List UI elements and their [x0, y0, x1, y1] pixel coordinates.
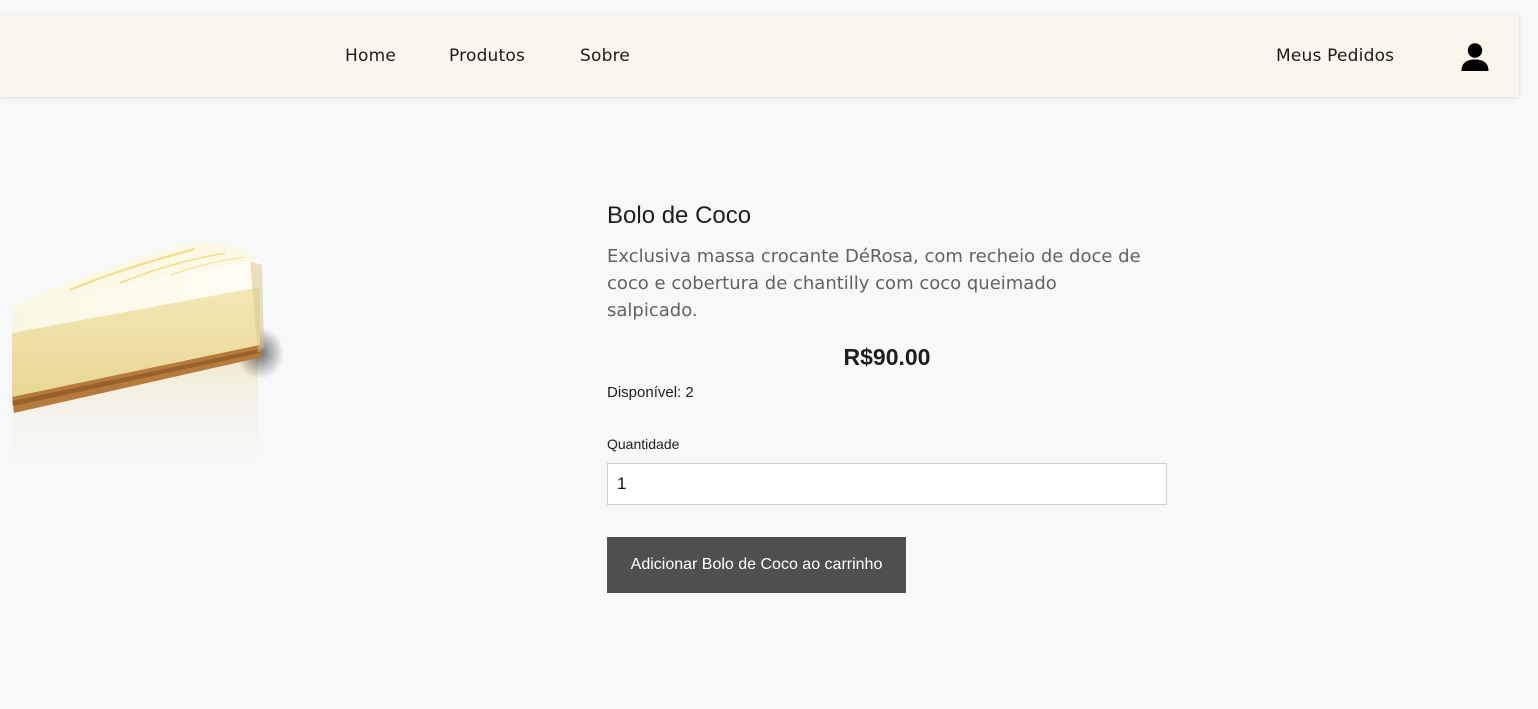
nav-link-my-orders[interactable]: Meus Pedidos — [1276, 45, 1394, 67]
nav-link-about[interactable]: Sobre — [580, 45, 630, 67]
user-icon[interactable] — [1460, 42, 1490, 72]
cake-slice-image — [12, 242, 284, 493]
quantity-input[interactable] — [607, 463, 1167, 505]
quantity-label: Quantidade — [607, 436, 680, 452]
navbar: Home Produtos Sobre Meus Pedidos — [0, 15, 1519, 97]
nav-link-home[interactable]: Home — [345, 45, 396, 67]
product-title: Bolo de Coco — [607, 202, 752, 229]
product-description: Exclusiva massa crocante DéRosa, com rec… — [607, 246, 1141, 321]
product-price: R$90.00 — [843, 344, 931, 370]
add-to-cart-button[interactable]: Adicionar Bolo de Coco ao carrinho — [607, 537, 906, 593]
stock-availability: Disponível: 2 — [607, 384, 694, 401]
nav-link-products[interactable]: Produtos — [449, 45, 525, 67]
